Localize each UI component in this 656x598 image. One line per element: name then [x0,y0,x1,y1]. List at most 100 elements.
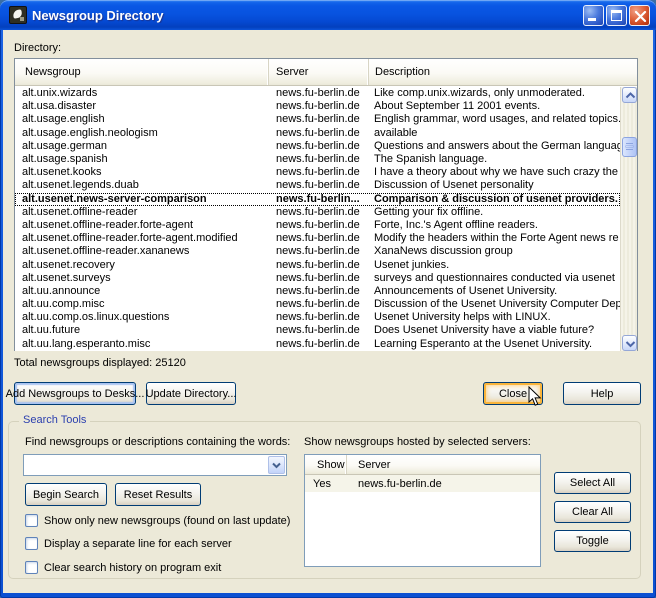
column-header-server[interactable]: Server [269,59,369,85]
table-row[interactable]: alt.usenet.kooksnews.fu-berlin.deI have … [15,166,620,179]
update-directory-button[interactable]: Update Directory... [146,382,236,405]
close-window-button[interactable] [629,5,650,26]
title-bar[interactable]: Newsgroup Directory [0,0,656,30]
cell-newsgroup: alt.usage.german [15,140,269,153]
checkbox-label: Show only new newsgroups (found on last … [44,515,290,527]
table-row[interactable]: alt.unix.wizardsnews.fu-berlin.deLike co… [15,87,620,100]
cell-desc: Usenet University helps with LINUX. [369,311,620,324]
cell-newsgroup: alt.usenet.recovery [15,259,269,272]
search-tools-group: Search Tools Find newsgroups or descript… [8,421,641,579]
column-header-show[interactable]: Show [305,455,347,474]
clear-all-button[interactable]: Clear All [554,501,631,523]
table-row[interactable]: alt.usenet.offline-readernews.fu-berlin.… [15,206,620,219]
column-header-server[interactable]: Server [347,455,540,474]
cell-newsgroup: alt.uu.announce [15,285,269,298]
cell-newsgroup: alt.usenet.offline-reader [15,206,269,219]
table-row[interactable]: alt.usa.disasternews.fu-berlin.deAbout S… [15,100,620,113]
cell-server: news.fu-berlin.de [269,179,369,192]
checkbox-box[interactable] [25,537,38,550]
toggle-button[interactable]: Toggle [554,530,631,552]
scrollbar-up-button[interactable] [622,87,637,103]
table-row[interactable]: alt.usenet.offline-reader.forte-agent.mo… [15,232,620,245]
cell-server: news.fu-berlin.de [269,245,369,258]
cell-server: news.fu-berlin.de [347,478,540,490]
table-row[interactable]: alt.uu.futurenews.fu-berlin.deDoes Usene… [15,324,620,337]
cell-desc: Getting your fix offline. [369,206,620,219]
table-row[interactable]: alt.usenet.legends.duabnews.fu-berlin.de… [15,179,620,192]
help-button[interactable]: Help [563,382,641,405]
table-row[interactable]: alt.uu.comp.miscnews.fu-berlin.deDiscuss… [15,298,620,311]
servers-label: Show newsgroups hosted by selected serve… [304,436,531,448]
column-header-newsgroup[interactable]: Newsgroup [15,59,269,85]
cell-desc: Questions and answers about the German l… [369,140,620,153]
cell-newsgroup: alt.usa.disaster [15,100,269,113]
server-row[interactable]: Yesnews.fu-berlin.de [305,475,540,492]
cell-desc: Learning Esperanto at the Usenet Univers… [369,338,620,351]
cell-newsgroup: alt.usenet.news-server-comparison [15,193,269,206]
dialog-body: Directory: Newsgroup Server Description … [3,30,653,593]
cell-newsgroup: alt.usenet.offline-reader.forte-agent.mo… [15,232,269,245]
table-row[interactable]: alt.uu.comp.os.linux.questionsnews.fu-be… [15,311,620,324]
minimize-button[interactable] [583,5,604,26]
add-newsgroups-button[interactable]: Add Newsgroups to Desks... [14,382,136,405]
select-all-button[interactable]: Select All [554,472,631,494]
cell-server: news.fu-berlin.de [269,140,369,153]
checkbox-show-only-new[interactable]: Show only new newsgroups (found on last … [25,514,290,527]
vertical-scrollbar[interactable] [620,87,637,351]
cell-server: news.fu-berlin.de [269,324,369,337]
table-row[interactable]: alt.usage.englishnews.fu-berlin.deEnglis… [15,113,620,126]
server-list: Show Server Yesnews.fu-berlin.de [304,454,541,567]
cell-newsgroup: alt.usenet.offline-reader.forte-agent [15,219,269,232]
combo-dropdown-button[interactable] [268,456,285,474]
search-input[interactable] [24,455,267,475]
table-row[interactable]: alt.uu.announcenews.fu-berlin.deAnnounce… [15,285,620,298]
chevron-down-icon [625,340,636,348]
cell-desc: English grammar, word usages, and relate… [369,113,620,126]
cell-server: news.fu-berlin.de [269,127,369,140]
close-icon [634,10,647,23]
maximize-icon [611,10,622,21]
close-button[interactable]: Close [483,382,543,405]
table-row[interactable]: alt.usenet.offline-reader.xananewsnews.f… [15,245,620,258]
column-header-description[interactable]: Description [369,59,637,85]
scrollbar-down-button[interactable] [622,335,637,351]
cell-server: news.fu-berlin.de [269,285,369,298]
cell-desc: The Spanish language. [369,153,620,166]
table-row[interactable]: alt.usenet.surveysnews.fu-berlin.desurve… [15,272,620,285]
cell-desc: Like comp.unix.wizards, only unmoderated… [369,87,620,100]
cell-newsgroup: alt.uu.comp.misc [15,298,269,311]
cell-newsgroup: alt.usenet.offline-reader.xananews [15,245,269,258]
checkbox-separate-line[interactable]: Display a separate line for each server [25,537,232,550]
cell-server: news.fu-berlin... [269,193,369,206]
scrollbar-thumb[interactable] [622,137,637,157]
cell-desc: Forte, Inc.'s Agent offline readers. [369,219,620,232]
table-row[interactable]: alt.usenet.recoverynews.fu-berlin.deUsen… [15,258,620,271]
maximize-button[interactable] [606,5,627,26]
cell-server: news.fu-berlin.de [269,272,369,285]
search-combo[interactable] [23,454,287,476]
cell-desc: Discussion of Usenet personality [369,179,620,192]
table-row[interactable]: alt.usage.spanishnews.fu-berlin.deThe Sp… [15,153,620,166]
reset-results-button[interactable]: Reset Results [115,483,201,506]
cell-desc: Usenet junkies. [369,259,620,272]
checkbox-box[interactable] [25,561,38,574]
cell-server: news.fu-berlin.de [269,311,369,324]
cell-desc: I have a theory about why we have such c… [369,166,620,179]
checkbox-clear-history[interactable]: Clear search history on program exit [25,561,221,574]
checkbox-box[interactable] [25,514,38,527]
begin-search-button[interactable]: Begin Search [25,483,107,506]
find-words-label: Find newsgroups or descriptions containi… [25,436,290,448]
cell-server: news.fu-berlin.de [269,338,369,351]
table-row[interactable]: alt.uu.lang.esperanto.miscnews.fu-berlin… [15,338,620,351]
cell-newsgroup: alt.usage.spanish [15,153,269,166]
server-list-body: Yesnews.fu-berlin.de [305,475,540,492]
cell-server: news.fu-berlin.de [269,298,369,311]
table-row[interactable]: alt.usage.english.neologismnews.fu-berli… [15,127,620,140]
cell-server: news.fu-berlin.de [269,153,369,166]
table-row[interactable]: alt.usenet.offline-reader.forte-agentnew… [15,219,620,232]
table-row[interactable]: alt.usage.germannews.fu-berlin.deQuestio… [15,140,620,153]
cell-desc: Discussion of the Usenet University Comp… [369,298,620,311]
table-row-selected[interactable]: alt.usenet.news-server-comparisonnews.fu… [15,193,620,206]
cell-server: news.fu-berlin.de [269,206,369,219]
cell-newsgroup: alt.usage.english.neologism [15,127,269,140]
